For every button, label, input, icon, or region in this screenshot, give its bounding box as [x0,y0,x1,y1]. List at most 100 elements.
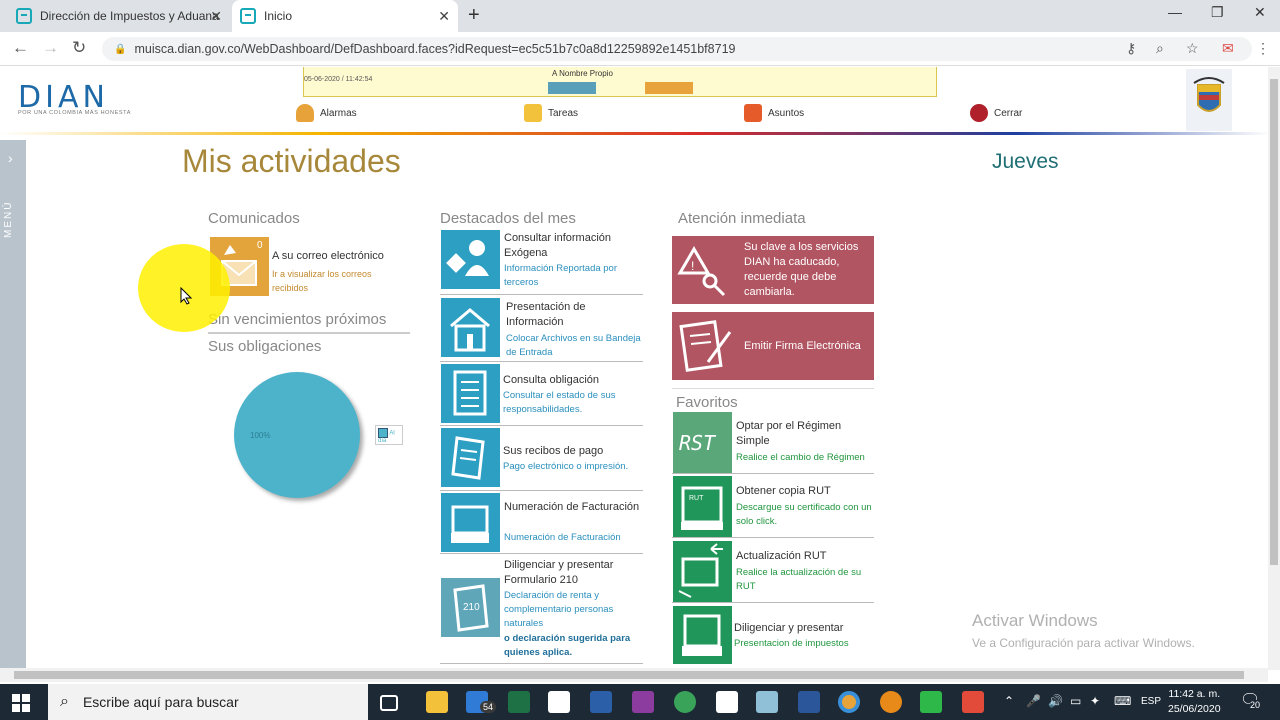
excel-icon[interactable] [508,691,530,713]
tab-title: Dirección de Impuestos y Aduana [40,9,219,23]
close-tab-icon[interactable]: ✕ [438,8,450,25]
nav-asuntos[interactable]: Asuntos [744,104,804,122]
favorito-subtitle: Realice la actualización de su RUT [736,567,862,592]
nav-label: Cerrar [994,107,1023,119]
favorito-title: Actualización RUT [736,550,827,562]
new-tab-icon[interactable]: + [468,4,480,27]
forward-icon[interactable]: → [42,38,59,58]
page-title: Mis actividades [182,143,401,179]
network-icon[interactable]: ▭ [1070,694,1081,708]
horizontal-scrollbar[interactable] [0,668,1268,682]
document-list-icon [441,364,500,423]
favoritos-divider [672,388,874,389]
destacado-presentacion[interactable]: Presentación de Información Colocar Arch… [440,298,643,362]
header-divider [0,132,1270,135]
scroll-thumb[interactable] [14,671,1244,679]
favorito-diligenciar[interactable]: Diligenciar y presentar Presentacion de … [672,606,874,666]
destacado-exogena[interactable]: Consultar información Exógena Informació… [440,229,643,295]
destacado-facturacion[interactable]: Numeración de Facturación Numeración de … [440,493,643,554]
firma-text: Emitir Firma Electrónica [744,340,861,352]
amazon-icon[interactable] [548,691,570,713]
back-icon[interactable]: ← [12,38,29,58]
tab-dian[interactable]: Dirección de Impuestos y Aduana ✕ [8,0,230,32]
camtasia-icon[interactable] [920,691,942,713]
day-label: Jueves [992,150,1059,173]
volume-icon[interactable]: 🔊 [1048,694,1063,708]
windows-start-icon[interactable] [12,694,30,712]
coat-of-arms-icon [1186,69,1232,131]
lock-icon: 🔒 [114,43,127,55]
dropbox-icon[interactable]: ✦ [1090,694,1100,708]
person-info-icon [441,230,500,289]
favorito-actualizacion-rut[interactable]: Actualización RUT Realice la actualizaci… [672,540,874,603]
gmail-icon[interactable]: ✉ [1222,40,1234,57]
nav-alarmas[interactable]: Alarmas [296,104,357,122]
document-icon[interactable] [716,691,738,713]
zoom-icon[interactable]: ⌕ [1156,40,1164,57]
microphone-icon[interactable]: 🎤 [1026,694,1041,708]
favorito-copia-rut[interactable]: RUT Obtener copia RUT Descargue su certi… [672,476,874,538]
green-app-icon[interactable] [674,691,696,713]
url-text: muisca.dian.gov.co/WebDashboard/DefDashb… [134,42,736,56]
firma-electronica-button[interactable]: Emitir Firma Electrónica [672,312,874,380]
url-bar[interactable]: 🔒 muisca.dian.gov.co/WebDashboard/DefDas… [102,37,1252,61]
destacado-title: Numeración de Facturación [504,501,640,513]
orange-app-icon[interactable] [880,691,902,713]
task-view-icon[interactable] [380,695,398,711]
destacado-subtitle: Pago electrónico o impresión. [503,461,629,472]
clave-caducada-alert[interactable]: ! Su clave a los servicios DIAN ha caduc… [672,236,874,304]
destacado-formulario-210[interactable]: 210 Diligenciar y presentar Formulario 2… [440,556,643,664]
vertical-scrollbar[interactable] [1268,67,1280,670]
language-indicator[interactable]: ESP [1141,696,1161,707]
scroll-thumb[interactable] [1270,79,1278,565]
nav-cerrar[interactable]: Cerrar [970,104,1022,122]
chevron-right-icon[interactable]: › [8,150,13,166]
store-icon[interactable] [590,691,612,713]
tax-form-icon [673,606,732,664]
menu-dots-icon[interactable]: ⋮ [1256,40,1270,57]
destacado-subtitle: Información Reportada por terceros [504,263,618,288]
search-icon: ⌕ [60,693,69,710]
minimize-icon[interactable]: — [1168,4,1182,20]
close-tab-icon[interactable]: ✕ [210,8,222,25]
nav-label: Tareas [548,107,579,119]
activation-watermark-subtitle: Ve a Configuración para activar Windows. [972,636,1195,650]
correo-subtitle[interactable]: Ir a visualizar los correos recibidos [272,267,397,295]
dian-tagline: POR UNA COLOMBIA MÁS HONESTA [18,110,131,116]
tray-chevron-icon[interactable]: ⌃ [1004,694,1014,708]
house-icon [441,298,500,357]
favorito-title: Obtener copia RUT [736,485,831,497]
destacado-title: Diligenciar y presentar Formulario 210 [504,559,614,586]
power-icon [970,104,988,122]
obligaciones-heading: Sus obligaciones [208,338,322,355]
file-explorer-icon[interactable] [426,691,448,713]
reload-icon[interactable]: ↻ [72,38,86,58]
dian-favicon-icon [16,8,32,24]
taskbar-clock[interactable]: 11:42 a. m. 25/06/2020 [1168,687,1221,717]
folder-icon [744,104,762,122]
star-icon[interactable]: ☆ [1186,40,1199,57]
destacado-subtitle: Declaración de renta y complementario pe… [504,590,614,629]
dian-favicon-icon [240,8,256,24]
chrome-icon[interactable] [838,691,860,713]
destacado-recibos[interactable]: Sus recibos de pago Pago electrónico o i… [440,428,643,491]
favorito-regimen-simple[interactable]: RST Optar por el Régimen Simple Realice … [672,412,874,474]
correo-title[interactable]: A su correo electrónico [272,250,384,262]
recorder-icon[interactable] [962,691,984,713]
maximize-icon[interactable]: ❐ [1211,4,1224,21]
notes-icon[interactable] [756,691,778,713]
tab-inicio[interactable]: Inicio ✕ [232,0,458,32]
nav-tareas[interactable]: Tareas [524,104,578,122]
taskbar-search[interactable]: ⌕ Escribe aquí para buscar [48,684,368,720]
keyboard-icon[interactable]: ⌨ [1114,694,1131,708]
destacados-heading: Destacados del mes [440,210,576,227]
winrar-icon[interactable] [632,691,654,713]
atencion-heading: Atención inmediata [678,210,806,227]
receipt-icon [441,428,500,487]
key-icon[interactable]: ⚷ [1126,40,1136,57]
word-icon[interactable] [798,691,820,713]
nav-label: Alarmas [320,107,357,119]
destacado-consulta[interactable]: Consulta obligación Consultar el estado … [440,364,643,426]
close-window-icon[interactable]: ✕ [1254,4,1266,21]
side-menu[interactable]: › MENÚ [0,140,26,670]
